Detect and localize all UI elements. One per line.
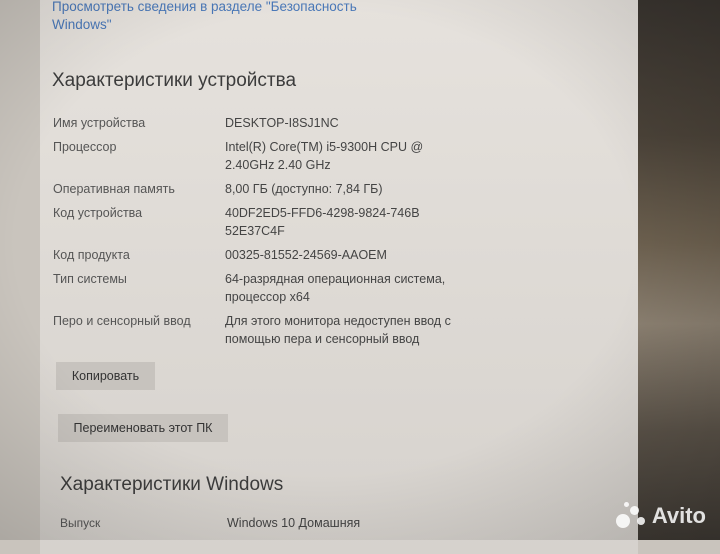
windows-security-link[interactable]: Просмотреть сведения в разделе "Безопасн… <box>52 0 382 34</box>
rename-pc-button[interactable]: Переименовать этот ПК <box>58 414 228 442</box>
copy-button[interactable]: Копировать <box>56 362 155 390</box>
spec-label: Тип системы <box>53 272 127 286</box>
spec-value: 8,00 ГБ (доступно: 7,84 ГБ) <box>225 182 383 196</box>
spec-value: Для этого монитора недоступен ввод с пом… <box>225 314 451 346</box>
spec-label: Код устройства <box>53 206 143 220</box>
spec-label: Процессор <box>53 140 117 154</box>
spec-value: Intel(R) Core(TM) i5-9300H CPU @ 2.40GHz… <box>225 140 424 172</box>
avito-logo-icon <box>615 502 646 530</box>
spec-label: Перо и сенсорный ввод <box>53 314 191 328</box>
spec-value: 40DF2ED5-FFD6-4298-9824-746B52E37C4F <box>225 206 420 238</box>
device-specs-heading: Характеристики устройства <box>52 70 297 91</box>
spec-value: DESKTOP-I8SJ1NC <box>225 116 339 130</box>
avito-watermark-text: Avito <box>651 503 706 528</box>
spec-label: Код продукта <box>53 248 130 262</box>
about-settings-panel: Просмотреть сведения в разделе "Безопасн… <box>40 0 638 554</box>
spec-label: Оперативная память <box>53 182 175 196</box>
windows-specs-heading: Характеристики Windows <box>60 474 284 495</box>
spec-value: Windows 10 Домашняя <box>227 516 361 530</box>
spec-value: 00325-81552-24569-AAOEM <box>225 248 387 262</box>
spec-label: Имя устройства <box>53 116 146 130</box>
desktop-wallpaper <box>636 0 720 540</box>
spec-label: Выпуск <box>60 516 101 530</box>
avito-watermark: Avito <box>615 502 706 530</box>
spec-value: 64-разрядная операционная система, проце… <box>225 272 446 304</box>
